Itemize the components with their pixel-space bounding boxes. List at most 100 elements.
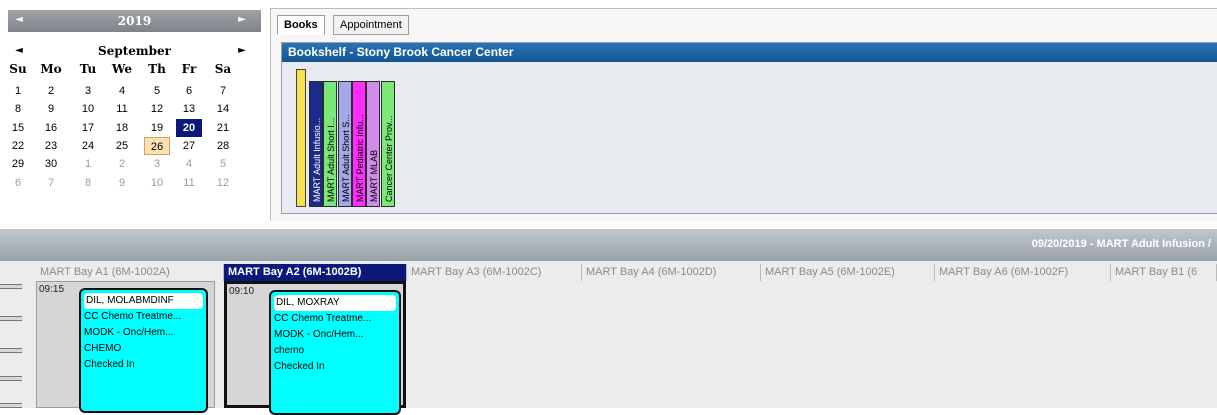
calendar-day[interactable]: 1 <box>5 82 31 100</box>
calendar-day[interactable]: 20 <box>176 118 202 137</box>
appointment-detail: MODK - Onc/Hem... <box>84 327 174 338</box>
calendar-day[interactable]: 25 <box>109 137 135 155</box>
binder-ring-icon <box>0 343 26 357</box>
book-label: MART Adult Short I... <box>326 117 337 202</box>
appointment-detail: chemo <box>274 345 305 356</box>
book-spine[interactable]: MART Adult Infusio... <box>309 81 323 207</box>
appointment-detail: CC Chemo Treatme... <box>84 311 182 322</box>
binder-ring-icon <box>0 311 26 325</box>
book-label: MART Adult Short S... <box>340 114 351 202</box>
calendar-day[interactable]: 30 <box>38 155 64 173</box>
book-label: MART Pediatric Infu... <box>354 114 365 202</box>
calendar-day[interactable]: 8 <box>5 100 31 118</box>
book-spine[interactable]: Cancer Center Prov... <box>380 81 395 207</box>
tab-appointment[interactable]: Appointment <box>333 15 409 35</box>
calendar-day[interactable]: 7 <box>38 174 64 192</box>
calendar-day[interactable]: 11 <box>176 174 202 192</box>
calendar-day[interactable]: 5 <box>210 155 236 173</box>
calendar-day[interactable]: 22 <box>5 137 31 155</box>
tab-books[interactable]: Books <box>277 15 325 35</box>
calendar-day[interactable]: 17 <box>75 119 101 137</box>
appointment-detail: MODK - Onc/Hem... <box>274 329 364 340</box>
schedule-grid: MART Bay A1 (6M-1002A) MART Bay A2 (6M-10… <box>0 261 1217 415</box>
calendar-day[interactable]: 15 <box>5 119 31 137</box>
appointment-detail: Checked In <box>274 361 325 372</box>
calendar-day[interactable]: 1 <box>75 155 101 173</box>
appointment-detail: Checked In <box>84 359 135 370</box>
calendar-day[interactable]: 8 <box>75 174 101 192</box>
calendar-day[interactable]: 6 <box>176 82 202 100</box>
binder-ring-icon <box>0 371 26 385</box>
resource-column-header[interactable]: MART Bay B1 (6 <box>1111 264 1217 281</box>
calendar-day[interactable]: 28 <box>210 137 236 155</box>
books-panel: Books Appointment Bookshelf - Stony Broo… <box>270 8 1217 221</box>
calendar-day[interactable]: 21 <box>210 119 236 137</box>
binder-ring-icon <box>0 279 26 293</box>
calendar-day[interactable]: 26 <box>144 136 170 155</box>
calendar-day[interactable]: 6 <box>5 174 31 192</box>
calendar-day[interactable]: 19 <box>144 119 170 137</box>
resource-column-header[interactable]: MART Bay A3 (6M-1002C) <box>407 264 582 281</box>
appointment-block[interactable]: DIL, MOLABMDINF CC Chemo Treatme... MODK -… <box>79 288 208 413</box>
resource-column: 09:10 DIL, MOXRAY CC Chemo Treatme... MODK … <box>224 281 406 415</box>
appointment-time: 09:15 <box>39 284 65 295</box>
next-year-arrow-icon[interactable]: ► <box>235 14 249 25</box>
calendar-day[interactable]: 2 <box>109 155 135 173</box>
appointment-detail: CC Chemo Treatme... <box>274 313 372 324</box>
calendar-day[interactable]: 12 <box>144 100 170 118</box>
calendar-day[interactable]: 10 <box>144 174 170 192</box>
calendar-day[interactable]: 11 <box>109 100 135 118</box>
calendar-day[interactable]: 16 <box>38 119 64 137</box>
calendar-day[interactable]: 9 <box>109 174 135 192</box>
resource-column-header[interactable]: MART Bay A4 (6M-1002D) <box>582 264 761 281</box>
calendar-day[interactable]: 5 <box>144 82 170 100</box>
calendar-day[interactable]: 18 <box>109 119 135 137</box>
appointment-patient: DIL, MOXRAY <box>274 295 396 311</box>
book-spine[interactable]: MART Pediatric Infu... <box>351 81 366 207</box>
schedule-header-band: 09/20/2019 - MART Adult Infusion / <box>0 229 1217 261</box>
calendar-day[interactable]: 24 <box>75 137 101 155</box>
book-spine[interactable]: MART MLAB <box>366 81 381 207</box>
book-spine[interactable]: MART Adult Short S... <box>337 81 352 207</box>
resource-column: 09:15 DIL, MOLABMDINF CC Chemo Treatme... M… <box>36 281 215 413</box>
calendar-day[interactable]: 4 <box>176 155 202 173</box>
appointment-time: 09:10 <box>229 286 255 297</box>
book-spine[interactable]: MART Adult Short I... <box>323 81 338 207</box>
resource-column-header[interactable]: MART Bay A2 (6M-1002B) <box>224 264 407 281</box>
weekday-label: Th <box>148 62 166 76</box>
month-bar: ◄ September ► <box>8 43 261 59</box>
weekday-label: Su <box>9 62 27 76</box>
resource-column-header[interactable]: MART Bay A5 (6M-1002E) <box>761 264 935 281</box>
calendar-day[interactable]: 27 <box>176 137 202 155</box>
month-label: September <box>98 44 171 58</box>
appointment-block[interactable]: DIL, MOXRAY CC Chemo Treatme... MODK - Onc… <box>269 290 401 415</box>
book-label: MART Adult Infusio... <box>312 117 322 202</box>
year-bar: ◄ 2019 ► <box>8 10 261 32</box>
binder-ring-icon <box>0 398 26 412</box>
next-month-arrow-icon[interactable]: ► <box>235 45 249 56</box>
month-calendar: ◄ 2019 ► ◄ September ► Su Mo Tu We Th Fr Sa 12… <box>8 10 261 220</box>
calendar-day[interactable]: 29 <box>5 155 31 173</box>
calendar-day[interactable]: 2 <box>38 82 64 100</box>
calendar-day[interactable]: 23 <box>38 137 64 155</box>
appointment-detail: CHEMO <box>84 343 122 354</box>
book-label: MART MLAB <box>369 149 380 202</box>
weekday-label: Fr <box>181 62 197 76</box>
schedule-date-title: 09/20/2019 - MART Adult Infusion / <box>1031 238 1211 250</box>
calendar-day[interactable]: 13 <box>176 100 202 118</box>
calendar-day[interactable]: 14 <box>210 100 236 118</box>
weekday-label: Sa <box>214 62 232 76</box>
resource-column-header[interactable]: MART Bay A1 (6M-1002A) <box>36 264 224 281</box>
calendar-day[interactable]: 10 <box>75 100 101 118</box>
calendar-day[interactable]: 3 <box>144 155 170 173</box>
calendar-day[interactable]: 7 <box>210 82 236 100</box>
appointment-patient: DIL, MOLABMDINF <box>84 293 203 309</box>
resource-column-header[interactable]: MART Bay A6 (6M-1002F) <box>935 264 1111 281</box>
calendar-day[interactable]: 12 <box>210 174 236 192</box>
calendar-day[interactable]: 4 <box>109 82 135 100</box>
calendar-day[interactable]: 3 <box>75 82 101 100</box>
bookshelf: Bookshelf - Stony Brook Cancer Center MA… <box>281 42 1217 214</box>
book-label: Cancer Center Prov... <box>383 115 394 202</box>
weekday-label: Tu <box>79 62 97 76</box>
calendar-day[interactable]: 9 <box>38 100 64 118</box>
